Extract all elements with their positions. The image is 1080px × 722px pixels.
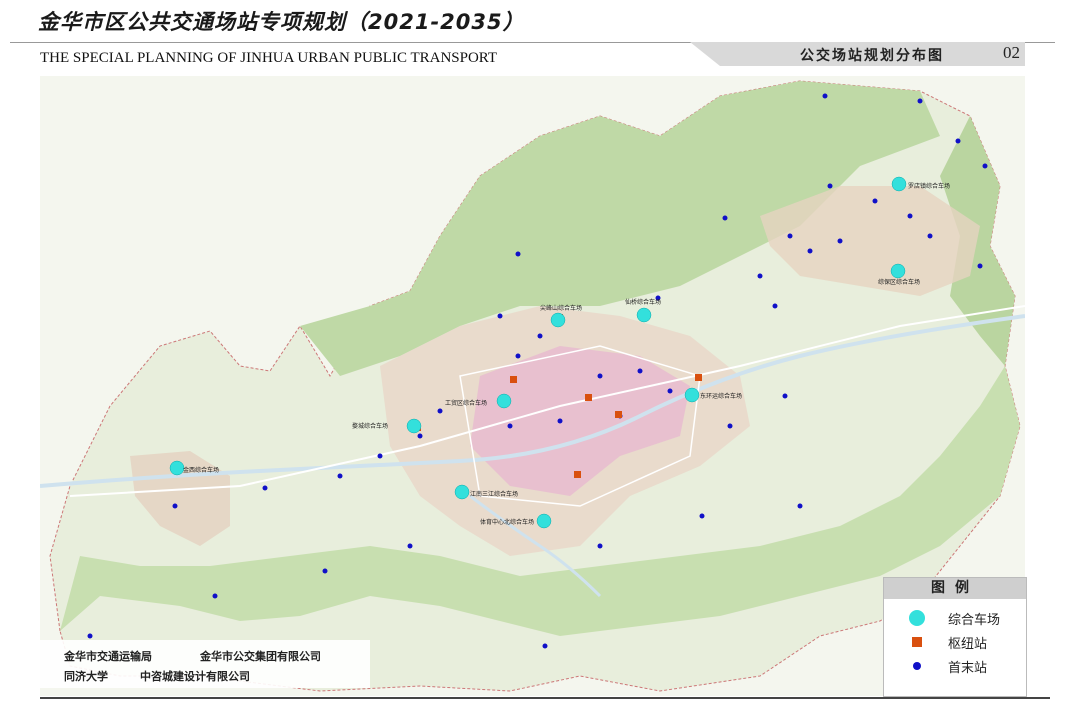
terminal-stop [787, 233, 793, 239]
terminal-stop [515, 251, 521, 257]
hub-label: 仙桥综合车场 [625, 298, 661, 306]
credit-design-institute: 中咨城建设计有限公司 [140, 670, 250, 683]
hub-label: 尖峰山综合车场 [540, 304, 582, 312]
hub-station [454, 484, 470, 500]
terminal-stop [917, 98, 923, 104]
terminal-stop [907, 213, 913, 219]
terminal-stop [322, 568, 328, 574]
terminal-stop [955, 138, 961, 144]
terminal-stop [542, 643, 548, 649]
terminal-stop [872, 198, 878, 204]
terminal-stop [87, 633, 93, 639]
terminal-stop [437, 408, 443, 414]
terminal-stop [699, 513, 705, 519]
legend-label: 综合车场 [948, 613, 1001, 628]
credit-tongji: 同济大学 [64, 670, 108, 683]
legend-panel: 图例 综合车场 枢纽站 首末站 [883, 577, 1027, 697]
terminal-stop [772, 303, 778, 309]
terminal-stop [515, 353, 521, 359]
hub-label: 体育中心北综合车场 [480, 518, 534, 526]
terminal-stop [337, 473, 343, 479]
terminal-stop [977, 263, 983, 269]
planning-map: 金西综合车场 婺城综合车场 江南三江综合车场 尖峰山综合车场 工贸区综合车场 仙… [40, 76, 1025, 696]
terminal-stop [837, 238, 843, 244]
terminal-stop [537, 333, 543, 339]
hub-label: 工贸区综合车场 [445, 399, 487, 407]
hub-station [406, 418, 422, 434]
orange-square-icon [912, 637, 922, 647]
terminal-stop [797, 503, 803, 509]
terminal-stop [667, 388, 673, 394]
map-subtitle: THE SPECIAL PLANNING OF JINHUA URBAN PUB… [40, 50, 498, 66]
hub-station [684, 387, 700, 403]
transfer-station [615, 411, 622, 418]
blue-dot-icon [913, 662, 921, 670]
hub-label: 金西综合车场 [183, 466, 219, 474]
terminal-stop [557, 418, 563, 424]
legend-label: 首末站 [948, 661, 988, 676]
hub-station [891, 176, 907, 192]
terminal-stop [262, 485, 268, 491]
terminal-stop [722, 215, 728, 221]
sheet-label: 公交场站规划分布图 [800, 48, 944, 64]
terminal-stop [172, 503, 178, 509]
map-title: 金华市区公共交通场站专项规划（2021-2035） [38, 10, 525, 34]
hub-label: 婺城综合车场 [352, 422, 388, 430]
terminal-stop [927, 233, 933, 239]
legend-title: 图例 [884, 578, 1026, 599]
terminal-stop [827, 183, 833, 189]
terminal-stop [822, 93, 828, 99]
terminal-stop [597, 373, 603, 379]
bottom-divider [40, 697, 1050, 699]
terminal-stop [782, 393, 788, 399]
transfer-station [574, 471, 581, 478]
hub-station [536, 513, 552, 529]
hub-station [550, 312, 566, 328]
transfer-station [585, 394, 592, 401]
legend-row-transfer: 枢纽站 [884, 630, 1026, 652]
terminal-stop [637, 368, 643, 374]
hub-label: 江南三江综合车场 [470, 490, 518, 498]
terminal-stop [807, 248, 813, 254]
legend-row-hub: 综合车场 [884, 606, 1026, 628]
terminal-stop [377, 453, 383, 459]
credit-transport-bureau: 金华市交通运输局 [64, 650, 152, 663]
terminal-stop [757, 273, 763, 279]
terminal-stop [982, 163, 988, 169]
hub-station [169, 460, 185, 476]
hub-station [636, 307, 652, 323]
terminal-stop [417, 433, 423, 439]
hub-station [890, 263, 906, 279]
terminal-stop [497, 313, 503, 319]
terminal-stop [727, 423, 733, 429]
transfer-station [510, 376, 517, 383]
legend-label: 枢纽站 [948, 637, 988, 652]
sheet-number: 02 [1003, 43, 1020, 62]
transfer-station [695, 374, 702, 381]
hub-label: 罗店镇综合车场 [908, 182, 950, 190]
hub-label: 东环运综合车场 [700, 392, 742, 400]
terminal-stop [597, 543, 603, 549]
hub-station [496, 393, 512, 409]
hub-label: 综保区综合车场 [878, 278, 920, 286]
legend-row-terminal: 首末站 [884, 654, 1026, 676]
credits-panel: 金华市交通运输局 金华市公交集团有限公司 同济大学 中咨城建设计有限公司 [40, 640, 370, 688]
terminal-stop [407, 543, 413, 549]
terminal-stop [507, 423, 513, 429]
terminal-stop [212, 593, 218, 599]
cyan-circle-icon [909, 610, 925, 626]
credit-bus-group: 金华市公交集团有限公司 [200, 650, 321, 663]
